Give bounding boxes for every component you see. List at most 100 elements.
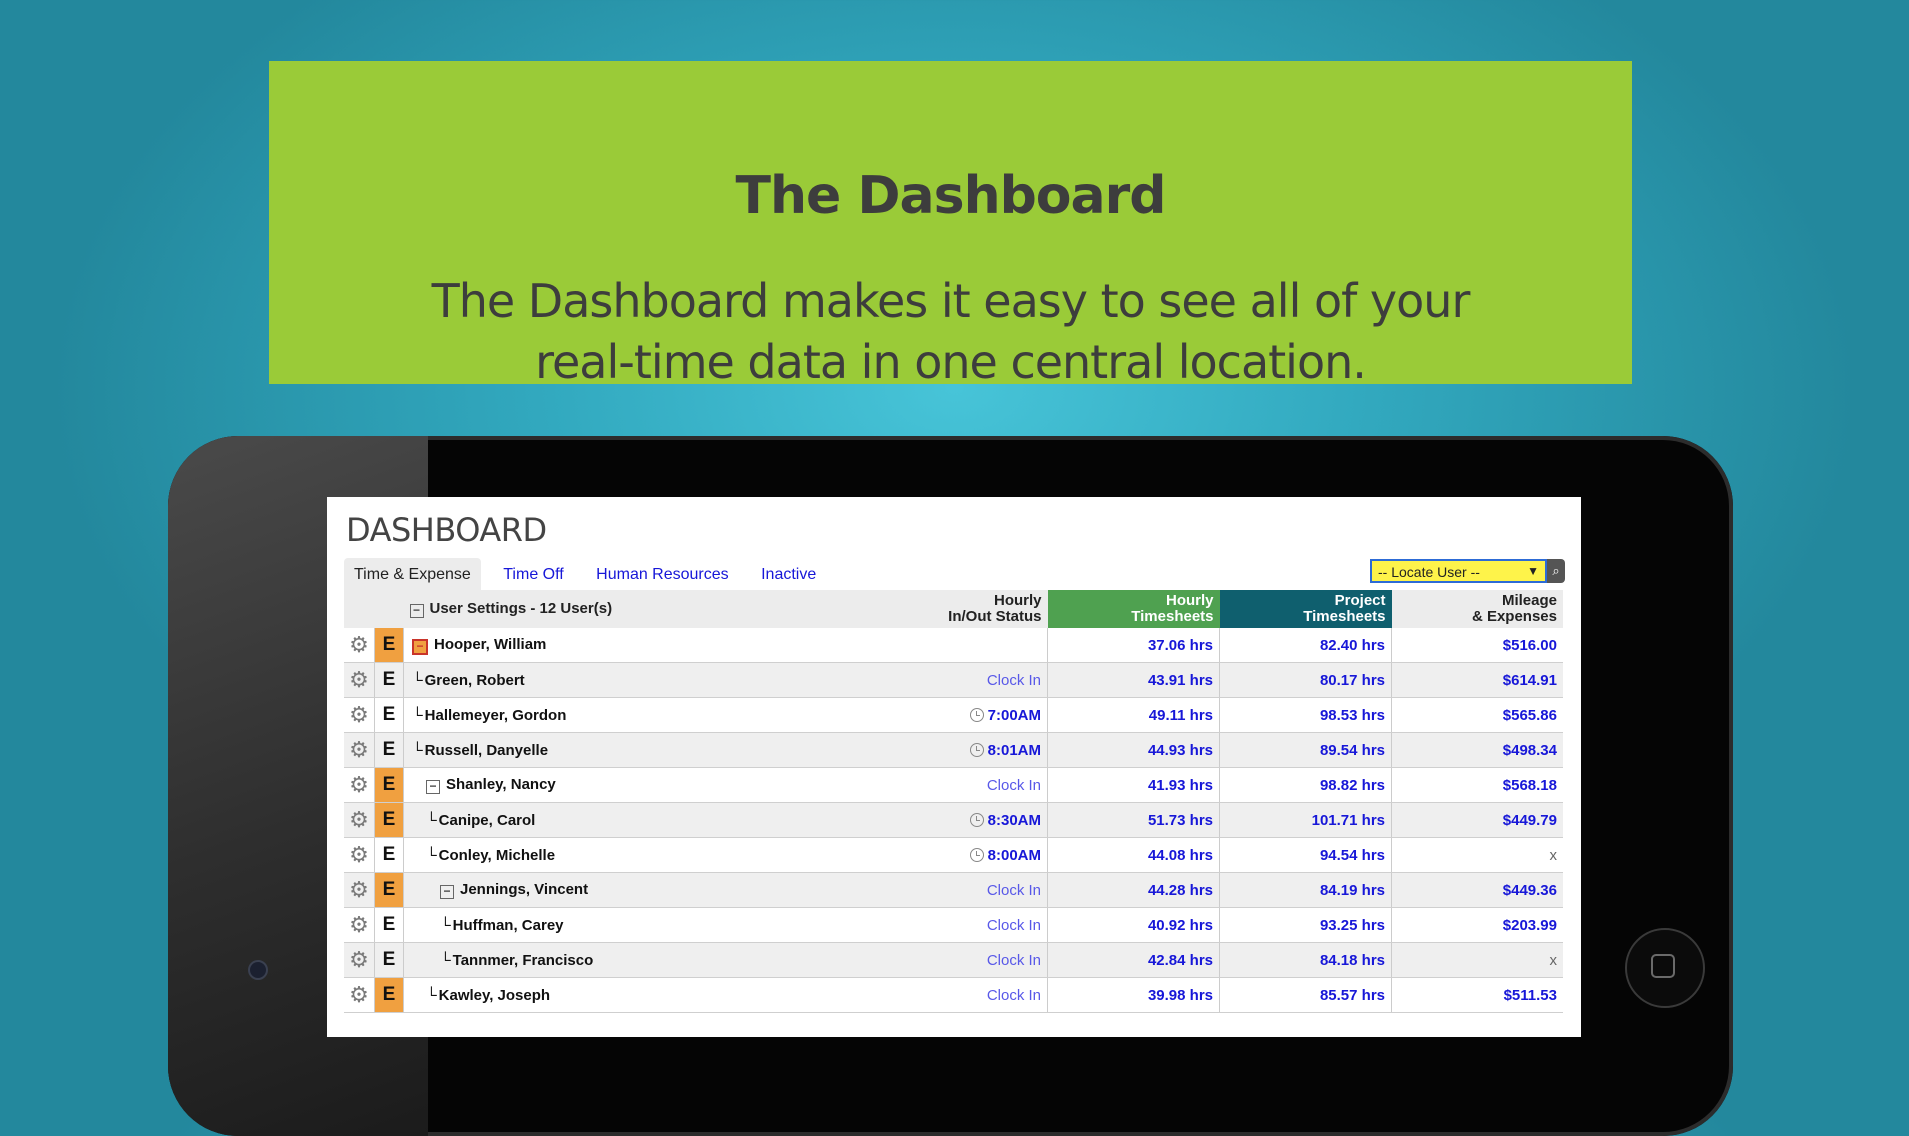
project-timesheet-link[interactable]: 84.18 hrs bbox=[1320, 952, 1385, 969]
project-timesheet-link[interactable]: 93.25 hrs bbox=[1320, 917, 1385, 934]
gear-icon[interactable]: ⚙ bbox=[344, 628, 375, 663]
edit-e-button[interactable]: E bbox=[374, 872, 404, 908]
project-timesheet-link[interactable]: 84.19 hrs bbox=[1320, 882, 1385, 899]
clock-in-link[interactable]: Clock In bbox=[987, 777, 1041, 794]
mileage-expense-link[interactable]: $498.34 bbox=[1503, 742, 1557, 759]
edit-e-button[interactable]: E bbox=[374, 907, 404, 943]
clock-in-link[interactable]: Clock In bbox=[987, 672, 1041, 689]
gear-icon[interactable]: ⚙ bbox=[344, 802, 375, 838]
gear-icon[interactable]: ⚙ bbox=[344, 942, 375, 978]
user-name[interactable]: Hallemeyer, Gordon bbox=[425, 707, 567, 724]
user-name-cell[interactable]: └ Canipe, Carol bbox=[403, 802, 861, 838]
user-name[interactable]: Jennings, Vincent bbox=[460, 881, 588, 898]
tab-human-resources[interactable]: Human Resources bbox=[586, 558, 739, 590]
table-row[interactable]: ⚙ E └ Canipe, Carol 8:30AM 51.73 hrs 101.71 hr… bbox=[344, 802, 1563, 838]
user-name-cell[interactable]: └ Russell, Danyelle bbox=[403, 732, 861, 768]
hourly-timesheet-link[interactable]: 44.28 hrs bbox=[1148, 882, 1213, 899]
user-name-cell[interactable]: └ Huffman, Carey bbox=[403, 907, 861, 943]
user-name-cell[interactable]: └ Green, Robert bbox=[403, 662, 861, 698]
gear-icon[interactable]: ⚙ bbox=[344, 907, 375, 943]
table-row[interactable]: ⚙ E − Shanley, Nancy Clock In 41.93 hrs 98.82 … bbox=[344, 767, 1563, 803]
project-timesheet-link[interactable]: 101.71 hrs bbox=[1312, 812, 1385, 829]
hourly-timesheet-link[interactable]: 37.06 hrs bbox=[1148, 637, 1213, 654]
tab-inactive[interactable]: Inactive bbox=[751, 558, 826, 590]
clock-in-link[interactable]: Clock In bbox=[987, 917, 1041, 934]
user-name[interactable]: Shanley, Nancy bbox=[446, 776, 556, 793]
user-name-cell[interactable]: − Hooper, William bbox=[403, 628, 861, 663]
project-timesheet-link[interactable]: 98.53 hrs bbox=[1320, 707, 1385, 724]
edit-e-button[interactable]: E bbox=[374, 662, 404, 698]
clock-in-link[interactable]: Clock In bbox=[987, 882, 1041, 899]
user-name[interactable]: Conley, Michelle bbox=[439, 847, 555, 864]
user-name-cell[interactable]: − Shanley, Nancy bbox=[403, 767, 861, 803]
gear-icon[interactable]: ⚙ bbox=[344, 837, 375, 873]
collapse-icon[interactable]: − bbox=[440, 885, 454, 899]
edit-e-button[interactable]: E bbox=[374, 802, 404, 838]
user-name[interactable]: Canipe, Carol bbox=[439, 812, 536, 829]
gear-icon[interactable]: ⚙ bbox=[344, 662, 375, 698]
search-icon[interactable]: ⌕ bbox=[1547, 559, 1565, 583]
edit-e-button[interactable]: E bbox=[374, 767, 404, 803]
hourly-timesheet-link[interactable]: 43.91 hrs bbox=[1148, 672, 1213, 689]
locate-user-select[interactable]: -- Locate User -- ▼ bbox=[1370, 559, 1547, 583]
edit-e-button[interactable]: E bbox=[374, 942, 404, 978]
tab-time-off[interactable]: Time Off bbox=[493, 558, 573, 590]
header-hourly-timesheets[interactable]: Hourly Timesheets bbox=[1047, 590, 1220, 628]
table-row[interactable]: ⚙ E └ Green, Robert Clock In 43.91 hrs 80.17 h… bbox=[344, 662, 1563, 698]
table-row[interactable]: ⚙ E └ Hallemeyer, Gordon 7:00AM 49.11 hrs 98.5… bbox=[344, 697, 1563, 733]
hourly-timesheet-link[interactable]: 44.08 hrs bbox=[1148, 847, 1213, 864]
user-name[interactable]: Kawley, Joseph bbox=[439, 987, 550, 1004]
user-name-cell[interactable]: − Jennings, Vincent bbox=[403, 872, 861, 908]
mileage-expense-link[interactable]: $203.99 bbox=[1503, 917, 1557, 934]
edit-e-button[interactable]: E bbox=[374, 628, 404, 663]
user-name[interactable]: Huffman, Carey bbox=[453, 917, 564, 934]
user-name-cell[interactable]: └ Hallemeyer, Gordon bbox=[403, 697, 861, 733]
user-name[interactable]: Hooper, William bbox=[434, 636, 546, 653]
mileage-expense-link[interactable]: $516.00 bbox=[1503, 637, 1557, 654]
mileage-expense-link[interactable]: $449.79 bbox=[1503, 812, 1557, 829]
table-row[interactable]: ⚙ E └ Kawley, Joseph Clock In 39.98 hrs 85.57 … bbox=[344, 977, 1563, 1013]
edit-e-button[interactable]: E bbox=[374, 732, 404, 768]
clock-in-link[interactable]: Clock In bbox=[987, 952, 1041, 969]
collapse-icon[interactable]: − bbox=[426, 780, 440, 794]
mileage-expense-link[interactable]: $449.36 bbox=[1503, 882, 1557, 899]
table-row[interactable]: ⚙ E └ Russell, Danyelle 8:01AM 44.93 hrs 89.54… bbox=[344, 732, 1563, 768]
gear-icon[interactable]: ⚙ bbox=[344, 732, 375, 768]
gear-icon[interactable]: ⚙ bbox=[344, 697, 375, 733]
clock-in-link[interactable]: Clock In bbox=[987, 987, 1041, 1004]
edit-e-button[interactable]: E bbox=[374, 697, 404, 733]
project-timesheet-link[interactable]: 94.54 hrs bbox=[1320, 847, 1385, 864]
table-row[interactable]: ⚙ E └ Conley, Michelle 8:00AM 44.08 hrs 94.54 … bbox=[344, 837, 1563, 873]
collapse-all-icon[interactable]: − bbox=[409, 603, 424, 618]
user-name[interactable]: Russell, Danyelle bbox=[425, 742, 548, 759]
collapse-icon[interactable]: − bbox=[412, 638, 428, 655]
home-button[interactable] bbox=[1625, 928, 1705, 1008]
hourly-timesheet-link[interactable]: 51.73 hrs bbox=[1148, 812, 1213, 829]
project-timesheet-link[interactable]: 80.17 hrs bbox=[1320, 672, 1385, 689]
user-name[interactable]: Green, Robert bbox=[425, 672, 525, 689]
project-timesheet-link[interactable]: 85.57 hrs bbox=[1320, 987, 1385, 1004]
edit-e-button[interactable]: E bbox=[374, 977, 404, 1013]
mileage-expense-link[interactable]: $568.18 bbox=[1503, 777, 1557, 794]
gear-icon[interactable]: ⚙ bbox=[344, 872, 375, 908]
table-row[interactable]: ⚙ E − Hooper, William 37.06 hrs 82.40 hrs $516… bbox=[344, 628, 1563, 663]
project-timesheet-link[interactable]: 98.82 hrs bbox=[1320, 777, 1385, 794]
project-timesheet-link[interactable]: 89.54 hrs bbox=[1320, 742, 1385, 759]
gear-icon[interactable]: ⚙ bbox=[344, 977, 375, 1013]
mileage-expense-link[interactable]: $565.86 bbox=[1503, 707, 1557, 724]
user-name-cell[interactable]: └ Conley, Michelle bbox=[403, 837, 861, 873]
header-project-timesheets[interactable]: Project Timesheets bbox=[1219, 590, 1392, 628]
mileage-expense-link[interactable]: $511.53 bbox=[1504, 987, 1557, 1004]
hourly-timesheet-link[interactable]: 39.98 hrs bbox=[1148, 987, 1213, 1004]
project-timesheet-link[interactable]: 82.40 hrs bbox=[1320, 637, 1385, 654]
tab-time-expense[interactable]: Time & Expense bbox=[344, 558, 481, 590]
header-mileage-expenses[interactable]: Mileage & Expenses bbox=[1391, 590, 1563, 628]
user-name-cell[interactable]: └ Tannmer, Francisco bbox=[403, 942, 861, 978]
hourly-timesheet-link[interactable]: 40.92 hrs bbox=[1148, 917, 1213, 934]
user-name[interactable]: Tannmer, Francisco bbox=[453, 952, 594, 969]
edit-e-button[interactable]: E bbox=[374, 837, 404, 873]
user-name-cell[interactable]: └ Kawley, Joseph bbox=[403, 977, 861, 1013]
hourly-timesheet-link[interactable]: 41.93 hrs bbox=[1148, 777, 1213, 794]
hourly-timesheet-link[interactable]: 49.11 hrs bbox=[1149, 707, 1213, 724]
gear-icon[interactable]: ⚙ bbox=[344, 767, 375, 803]
